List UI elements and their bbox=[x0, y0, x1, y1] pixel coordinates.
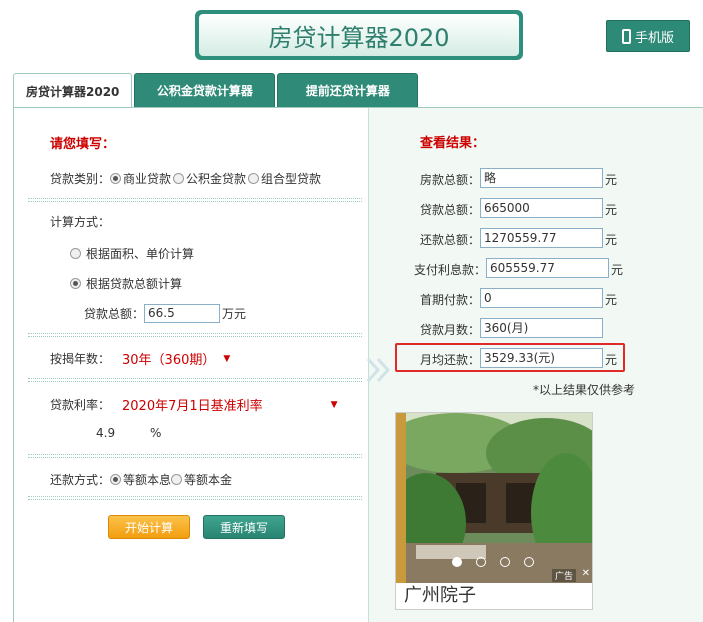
loan-total-label: 贷款总额： bbox=[84, 307, 145, 321]
phone-icon bbox=[621, 28, 631, 44]
chevron-down-icon: ▼ bbox=[223, 353, 231, 364]
divider bbox=[28, 333, 362, 337]
loan-type-combined-label: 组合型贷款 bbox=[261, 172, 322, 186]
result-unit: 元 bbox=[605, 233, 618, 247]
start-calculation-button[interactable]: 开始计算 bbox=[108, 515, 190, 539]
result-unit: 元 bbox=[605, 293, 618, 307]
repay-equal-principal-radio[interactable] bbox=[171, 474, 183, 485]
monthly-payment-highlight bbox=[395, 343, 625, 372]
calc-method-area-row: 根据面积、单价计算 bbox=[70, 245, 194, 262]
calculator-tabs: 房贷计算器2020 公积金贷款计算器 提前还贷计算器 bbox=[13, 73, 420, 109]
calc-method-total-label: 根据贷款总额计算 bbox=[86, 277, 183, 291]
repay-equal-installment-radio[interactable] bbox=[110, 474, 122, 485]
divider bbox=[28, 198, 362, 202]
loan-total-row: 贷款总额： 66.5 万元 bbox=[84, 304, 246, 323]
loan-type-label: 贷款类别： bbox=[50, 172, 111, 186]
calc-method-total-radio[interactable] bbox=[70, 278, 81, 289]
calc-method-total-row: 根据贷款总额计算 bbox=[70, 275, 182, 292]
rate-label: 贷款利率： bbox=[50, 398, 111, 412]
result-interest: 605559.77 bbox=[486, 258, 609, 278]
years-select-value: 30年（360期） bbox=[122, 353, 216, 368]
form-title: 请您填写： bbox=[50, 137, 116, 152]
tab-mortgage-calculator[interactable]: 房贷计算器2020 bbox=[13, 73, 133, 109]
years-row: 按揭年数： 30年（360期） ▼ bbox=[50, 349, 230, 368]
result-label-loan-total: 贷款总额： bbox=[419, 203, 480, 217]
result-label-interest: 支付利息款： bbox=[413, 263, 486, 277]
tab-prepayment-calculator[interactable]: 提前还贷计算器 bbox=[277, 73, 419, 108]
mobile-version-button[interactable]: 手机版 bbox=[606, 20, 690, 52]
loan-type-provident-radio[interactable] bbox=[173, 173, 185, 184]
ad-banner[interactable]: 广告 ✕ 广州院子 bbox=[395, 412, 593, 610]
carousel-dot[interactable] bbox=[524, 557, 534, 567]
result-label-repay-total: 还款总额： bbox=[419, 233, 480, 247]
result-unit: 元 bbox=[605, 203, 618, 217]
divider bbox=[28, 378, 362, 382]
loan-type-commercial-radio[interactable] bbox=[110, 173, 122, 184]
calc-method-area-radio[interactable] bbox=[70, 248, 81, 259]
loan-total-input[interactable]: 66.5 bbox=[144, 304, 221, 323]
input-form: 请您填写： 贷款类别： 商业贷款 公积金贷款 组合型贷款 计算方式： 根据面积、… bbox=[14, 108, 368, 622]
repay-equal-principal-label: 等额本金 bbox=[184, 473, 233, 487]
rate-unit: % bbox=[150, 426, 162, 440]
ad-caption[interactable]: 广州院子 bbox=[396, 583, 592, 609]
years-select[interactable]: 30年（360期） ▼ bbox=[122, 349, 230, 368]
rate-value-row: 4.9 % bbox=[96, 426, 161, 440]
result-label-down-payment: 首期付款： bbox=[419, 293, 480, 307]
page-title: 房贷计算器2020 bbox=[199, 14, 519, 56]
carousel-dot[interactable] bbox=[476, 557, 486, 567]
header-banner: 房贷计算器2020 bbox=[195, 10, 523, 60]
results-note: *以上结果仅供参考 bbox=[533, 383, 636, 397]
tab-provident-fund-calculator[interactable]: 公积金贷款计算器 bbox=[134, 73, 276, 108]
result-house-total: 略 bbox=[480, 168, 603, 188]
result-label-house-total: 房款总额： bbox=[419, 173, 480, 187]
chevron-down-icon: ▼ bbox=[330, 399, 338, 410]
calc-method-label: 计算方式： bbox=[50, 215, 111, 229]
result-repay-total: 1270559.77 bbox=[480, 228, 603, 248]
rate-select[interactable]: 2020年7月1日基准利率 ▼ bbox=[122, 395, 338, 414]
loan-type-combined-radio[interactable] bbox=[248, 173, 260, 184]
carousel-dot[interactable] bbox=[500, 557, 510, 567]
divider bbox=[28, 496, 362, 500]
repay-method-label: 还款方式： bbox=[50, 473, 111, 487]
calc-method-area-label: 根据面积、单价计算 bbox=[86, 247, 195, 261]
divider bbox=[28, 454, 362, 458]
close-icon[interactable]: ✕ bbox=[582, 568, 590, 579]
chevron-right-icon bbox=[366, 357, 391, 383]
carousel-dot[interactable] bbox=[452, 557, 462, 567]
reset-form-button[interactable]: 重新填写 bbox=[203, 515, 285, 539]
result-months: 360(月) bbox=[480, 318, 603, 338]
years-label: 按揭年数： bbox=[50, 352, 111, 366]
result-down-payment: 0 bbox=[480, 288, 603, 308]
rate-value-input[interactable]: 4.9 bbox=[96, 426, 150, 440]
repay-method-row: 还款方式： 等额本息 等额本金 bbox=[50, 471, 232, 488]
result-label-months: 贷款月数： bbox=[419, 323, 480, 337]
loan-type-provident-label: 公积金贷款 bbox=[186, 172, 247, 186]
result-unit: 元 bbox=[605, 173, 618, 187]
loan-type-row: 贷款类别： 商业贷款 公积金贷款 组合型贷款 bbox=[50, 170, 321, 187]
carousel-dots bbox=[452, 557, 534, 567]
results-title: 查看结果： bbox=[420, 136, 486, 151]
loan-total-unit: 万元 bbox=[222, 307, 247, 321]
loan-type-commercial-label: 商业贷款 bbox=[123, 172, 172, 186]
result-unit: 元 bbox=[611, 263, 624, 277]
result-loan-total: 665000 bbox=[480, 198, 603, 218]
repay-equal-installment-label: 等额本息 bbox=[123, 473, 172, 487]
rate-select-value: 2020年7月1日基准利率 bbox=[122, 399, 263, 414]
mobile-version-label: 手机版 bbox=[634, 30, 674, 46]
ad-image[interactable]: 广告 ✕ bbox=[396, 413, 592, 583]
rate-row: 贷款利率： 2020年7月1日基准利率 ▼ bbox=[50, 395, 338, 414]
ad-tag: 广告 bbox=[551, 569, 576, 582]
